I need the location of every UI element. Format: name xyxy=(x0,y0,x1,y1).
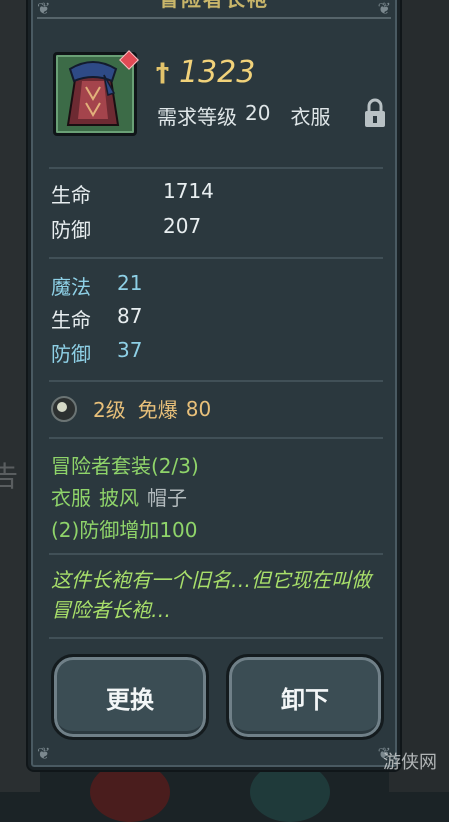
extra-stat-row: 魔法 21 xyxy=(51,271,142,300)
divider xyxy=(49,553,383,555)
panel-header: 冒险者长袍 xyxy=(37,0,391,19)
extra-stat-row: 生命 87 xyxy=(51,304,142,333)
flavor-text: 这件长袍有一个旧名…但它现在叫做冒险者长袍… xyxy=(51,568,371,622)
divider xyxy=(49,167,383,169)
watermark: 游侠网 xyxy=(383,752,437,773)
set-piece: 衣服 xyxy=(51,486,91,510)
stat-label: 防御 xyxy=(51,218,91,242)
stat-label: 生命 xyxy=(51,183,91,207)
divider xyxy=(49,257,383,259)
base-stat-row: 生命 1714 xyxy=(51,179,214,208)
gem-slot-level: 2级 xyxy=(93,398,126,422)
required-level-label: 需求等级 xyxy=(157,105,237,129)
base-stat-row: 防御 207 xyxy=(51,214,201,243)
gem-slot-icon[interactable] xyxy=(51,395,77,422)
set-name: 冒险者套装(2/3) xyxy=(51,454,199,478)
set-piece: 帽子 xyxy=(147,486,187,510)
bottom-skill-orb xyxy=(90,762,170,822)
panel-title: 冒险者长袍 xyxy=(37,0,391,12)
lock-icon[interactable] xyxy=(363,97,387,129)
robe-icon xyxy=(66,61,120,126)
stat-label: 魔法 xyxy=(51,275,91,299)
background-text: 告 xyxy=(0,460,19,493)
gem-slot-row: 2级 免爆 80 xyxy=(51,394,211,423)
set-bonus-effect: (2)防御增加100 xyxy=(51,518,198,542)
extra-stat-row: 防御 37 xyxy=(51,338,142,367)
requirement-row: 需求等级 20 衣服 xyxy=(157,101,330,130)
stat-value: 207 xyxy=(163,214,202,238)
item-detail-panel: 冒险者长袍 ❦ ❦ ❦ ❦ ϯ 1323 需求等级 20 衣服 生命 1714 … xyxy=(28,0,400,770)
stat-label: 生命 xyxy=(51,308,91,332)
stat-label: 防御 xyxy=(51,342,91,366)
required-level-value: 20 xyxy=(245,101,271,125)
stat-value: 21 xyxy=(117,271,143,295)
corner-ornament-icon: ❦ xyxy=(37,744,51,763)
power-value: 1323 xyxy=(178,55,256,90)
divider xyxy=(49,380,383,382)
item-type: 衣服 xyxy=(290,105,331,129)
divider xyxy=(49,637,383,639)
stat-value: 1714 xyxy=(163,179,214,203)
stat-value: 87 xyxy=(117,304,143,328)
corner-ornament-icon: ❦ xyxy=(377,0,391,18)
stat-value: 37 xyxy=(117,338,143,362)
unequip-button[interactable]: 卸下 xyxy=(226,654,384,740)
item-icon-frame[interactable] xyxy=(53,50,139,136)
corner-ornament-icon: ❦ xyxy=(37,0,51,18)
change-button[interactable]: 更换 xyxy=(51,654,209,740)
divider xyxy=(49,437,383,439)
gem-slot-attribute: 免爆 xyxy=(137,398,178,422)
power-icon: ϯ xyxy=(156,60,169,85)
power-row: ϯ 1323 xyxy=(156,55,255,90)
set-pieces: 衣服 披风 帽子 xyxy=(51,482,187,511)
bottom-skill-orb xyxy=(250,762,330,822)
set-piece: 披风 xyxy=(99,486,139,510)
gem-slot-value: 80 xyxy=(185,396,212,421)
